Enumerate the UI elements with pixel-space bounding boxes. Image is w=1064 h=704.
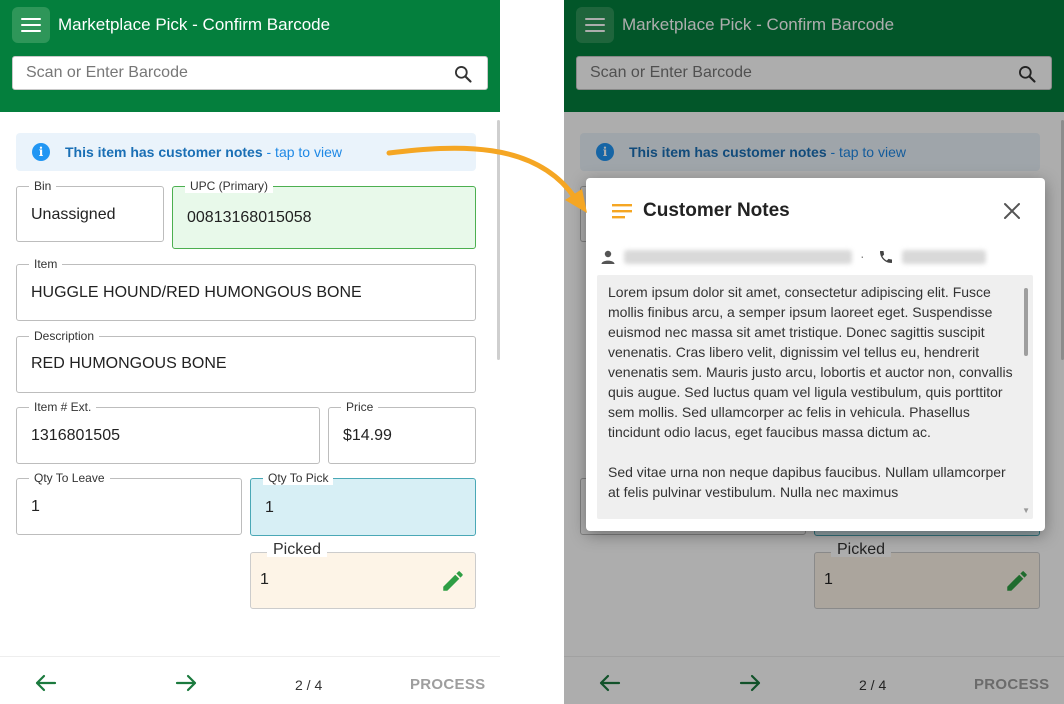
customer-name-redacted [624, 250, 852, 264]
notes-content-box[interactable]: Lorem ipsum dolor sit amet, consectetur … [597, 275, 1033, 519]
search-icon[interactable] [453, 64, 473, 84]
picked-field[interactable]: Picked 1 [250, 542, 476, 609]
menu-button[interactable] [12, 7, 50, 43]
notes-scrollbar[interactable] [1024, 288, 1028, 356]
page-indicator: 2 / 4 [295, 677, 323, 693]
item-label: Item [29, 257, 63, 271]
price-field[interactable]: Price $14.99 [328, 400, 476, 464]
screen-before: Marketplace Pick - Confirm Barcode i Thi… [0, 0, 500, 704]
banner-tap-text: - tap to view [262, 144, 342, 160]
qty-pick-value: 1 [265, 499, 274, 516]
qty-leave-field[interactable]: Qty To Leave 1 [16, 471, 242, 535]
picked-label: Picked [267, 542, 328, 558]
phone-icon [880, 251, 892, 263]
bin-value: Unassigned [31, 206, 116, 223]
barcode-search [12, 56, 488, 90]
qty-leave-label: Qty To Leave [29, 471, 110, 485]
menu-icon [21, 18, 41, 20]
app-bar: Marketplace Pick - Confirm Barcode [0, 0, 500, 112]
customer-phone-redacted [902, 250, 986, 264]
process-button[interactable]: PROCESS [410, 676, 485, 693]
notes-scroll-down-icon[interactable]: ▼ [1022, 506, 1030, 515]
notes-text: Lorem ipsum dolor sit amet, consectetur … [608, 284, 1013, 500]
item-ext-value: 1316801505 [31, 427, 120, 444]
person-icon [601, 250, 615, 264]
app-title: Marketplace Pick - Confirm Barcode [58, 15, 331, 34]
screen-after: Marketplace Pick - Confirm Barcode i Thi… [564, 0, 1064, 704]
item-ext-label: Item # Ext. [29, 400, 97, 414]
picked-value: 1 [260, 571, 269, 588]
arrow-right-icon[interactable] [175, 674, 197, 692]
customer-notes-banner-text: This item has customer notes - tap to vi… [65, 144, 342, 160]
description-value: RED HUMONGOUS BONE [31, 355, 227, 372]
qty-pick-field[interactable]: Qty To Pick 1 [250, 471, 476, 536]
barcode-search-input[interactable] [13, 57, 459, 89]
info-icon: i [32, 143, 50, 161]
price-label: Price [341, 400, 379, 414]
price-value: $14.99 [343, 427, 392, 444]
upc-label: UPC (Primary) [185, 179, 273, 193]
bin-label: Bin [29, 179, 57, 193]
description-label: Description [29, 329, 100, 343]
close-icon[interactable] [1003, 202, 1021, 220]
dialog-title: Customer Notes [643, 200, 790, 221]
pencil-icon[interactable] [440, 568, 466, 594]
bin-field[interactable]: Bin Unassigned [16, 179, 164, 242]
description-field[interactable]: Description RED HUMONGOUS BONE [16, 329, 476, 393]
upc-value: 00813168015058 [187, 209, 312, 226]
item-ext-field[interactable]: Item # Ext. 1316801505 [16, 400, 320, 464]
qty-leave-value: 1 [31, 498, 40, 515]
callout-arrow [386, 145, 587, 213]
contact-separator: · [860, 248, 865, 264]
banner-strong-text: This item has customer notes [65, 144, 263, 160]
qty-pick-label: Qty To Pick [263, 471, 334, 485]
item-field[interactable]: Item HUGGLE HOUND/RED HUMONGOUS BONE [16, 257, 476, 321]
bottom-bar: 2 / 4 PROCESS [0, 656, 500, 704]
customer-notes-dialog: Customer Notes · Lorem ipsum dolor sit a… [586, 178, 1045, 531]
notes-icon [612, 204, 632, 219]
item-value: HUGGLE HOUND/RED HUMONGOUS BONE [31, 284, 362, 301]
arrow-left-icon[interactable] [35, 674, 57, 692]
